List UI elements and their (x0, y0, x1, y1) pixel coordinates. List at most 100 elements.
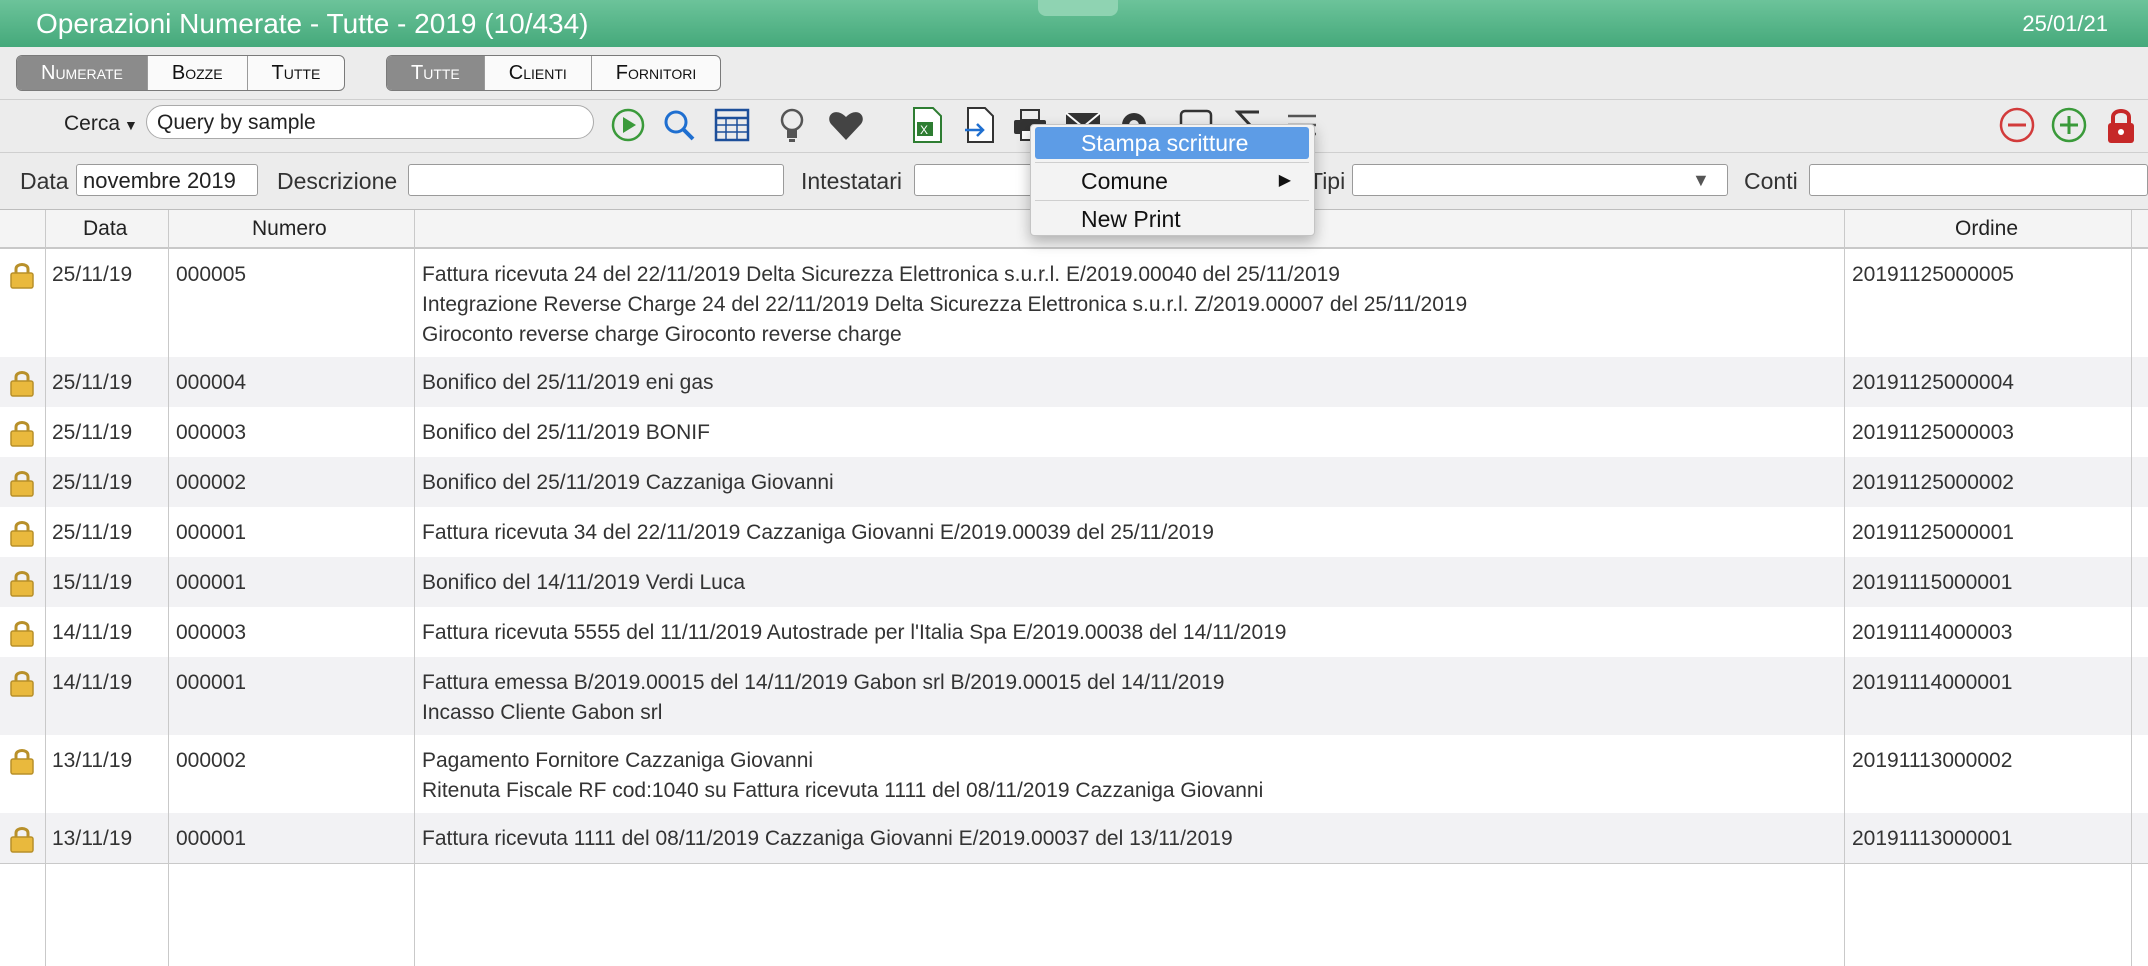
lightbulb-icon[interactable] (772, 105, 812, 145)
cell-data: 25/11/19 (52, 521, 133, 544)
cell-descrizione: Bonifico del 25/11/2019 Cazzaniga Giovan… (422, 468, 834, 498)
add-icon[interactable] (2049, 105, 2089, 145)
cell-descrizione: Fattura ricevuta 5555 del 11/11/2019 Aut… (422, 618, 1286, 648)
descrizione-line: Fattura emessa B/2019.00015 del 14/11/20… (422, 671, 1225, 694)
table-icon[interactable] (712, 105, 752, 145)
descrizione-filter-field[interactable] (408, 164, 784, 196)
heart-icon[interactable] (826, 105, 866, 145)
cell-descrizione: Bonifico del 25/11/2019 eni gas (422, 368, 714, 398)
table-row[interactable]: 25/11/19 000001 Fattura ricevuta 34 del 22… (0, 507, 2148, 557)
table-end-divider (0, 863, 2148, 864)
window-date: 25/01/21 (2022, 11, 2108, 36)
run-icon[interactable] (608, 105, 648, 145)
cell-ordine: 20191114000003 (1852, 621, 2013, 644)
table-row[interactable]: 25/11/19 000003 Bonifico del 25/11/2019 BO… (0, 407, 2148, 457)
window-title: Operazioni Numerate - Tutte - 2019 (10/4… (36, 8, 589, 39)
descrizione-line: Fattura ricevuta 1111 del 08/11/2019 Caz… (422, 827, 1233, 850)
search-icon[interactable] (659, 105, 699, 145)
print-context-menu: Stampa scritture Comune ▶ New Print (1030, 124, 1315, 236)
column-header-data[interactable]: Data (83, 217, 127, 241)
table-row[interactable]: 13/11/19 000002 Pagamento Fornitore Cazzan… (0, 735, 2148, 813)
cell-ordine: 20191115000001 (1852, 571, 2013, 594)
cell-descrizione: Fattura emessa B/2019.00015 del 14/11/20… (422, 668, 1225, 728)
descrizione-line: Pagamento Fornitore Cazzaniga Giovanni (422, 749, 814, 772)
menu-item-comune[interactable]: Comune ▶ (1035, 165, 1309, 197)
cell-numero: 000005 (176, 263, 247, 286)
tab-toolbar: Numerate Bozze Tutte Tutte Clienti Forni… (0, 47, 2148, 100)
cell-data: 25/11/19 (52, 263, 133, 286)
column-divider (45, 210, 46, 966)
excel-icon[interactable]: X (907, 105, 947, 145)
cell-data: 25/11/19 (52, 471, 133, 494)
cell-descrizione: Fattura ricevuta 34 del 22/11/2019 Cazza… (422, 518, 1214, 548)
cell-ordine: 20191125000005 (1852, 263, 2014, 286)
cell-numero: 000003 (176, 421, 247, 444)
search-mode-dropdown[interactable]: Cerca ▼ (64, 112, 138, 136)
cell-data: 13/11/19 (52, 827, 133, 850)
table-row[interactable]: 14/11/19 000001 Fattura emessa B/2019.0001… (0, 657, 2148, 735)
export-icon[interactable] (959, 105, 999, 145)
tipi-filter-select[interactable] (1352, 164, 1728, 196)
menu-item-label: Comune (1081, 168, 1168, 194)
search-input[interactable]: Query by sample (146, 105, 594, 139)
cell-data: 15/11/19 (52, 571, 133, 594)
cell-descrizione: Pagamento Fornitore Cazzaniga Giovanni Ri… (422, 746, 1263, 806)
tab-fornitori[interactable]: Fornitori (592, 56, 720, 90)
descrizione-line: Bonifico del 25/11/2019 BONIF (422, 421, 710, 444)
column-header-ordine[interactable]: Ordine (1955, 217, 2018, 241)
intestatari-filter-label: Intestatari (801, 168, 902, 194)
cell-ordine: 20191114000001 (1852, 671, 2013, 694)
table-row[interactable]: 25/11/19 000004 Bonifico del 25/11/2019 en… (0, 357, 2148, 407)
lock-icon (9, 825, 35, 853)
intestatari-filter-field[interactable] (914, 164, 1034, 196)
table-row[interactable]: 25/11/19 000002 Bonifico del 25/11/2019 Ca… (0, 457, 2148, 507)
cell-numero: 000001 (176, 671, 247, 694)
tab-tutte-status[interactable]: Tutte (248, 56, 345, 90)
lock-icon (9, 569, 35, 597)
tab-tutte-party[interactable]: Tutte (387, 56, 485, 90)
cell-ordine: 20191125000002 (1852, 471, 2014, 494)
menu-item-label: New Print (1081, 206, 1181, 232)
cell-data: 14/11/19 (52, 621, 133, 644)
tab-numerate[interactable]: Numerate (17, 56, 148, 90)
descrizione-line: Giroconto reverse charge Giroconto rever… (422, 323, 902, 346)
column-header-numero[interactable]: Numero (252, 217, 327, 241)
table-row[interactable]: 15/11/19 000001 Bonifico del 14/11/2019 Ve… (0, 557, 2148, 607)
conti-filter-label: Conti (1744, 168, 1798, 194)
window-grip[interactable] (1038, 0, 1118, 16)
menu-item-new-print[interactable]: New Print (1035, 203, 1309, 235)
cell-numero: 000002 (176, 749, 247, 772)
lock-icon (9, 619, 35, 647)
cell-ordine: 20191125000001 (1852, 521, 2014, 544)
table-row[interactable]: 14/11/19 000003 Fattura ricevuta 5555 del … (0, 607, 2148, 657)
remove-icon[interactable] (1997, 105, 2037, 145)
table-row[interactable]: 25/11/19 000005 Fattura ricevuta 24 del 22… (0, 249, 2148, 357)
operations-table: Data Numero Ordine 25/11/19 000005 Fattura… (0, 210, 2148, 966)
tab-clienti[interactable]: Clienti (485, 56, 592, 90)
party-tabs: Tutte Clienti Fornitori (386, 55, 722, 91)
descrizione-line: Fattura ricevuta 24 del 22/11/2019 Delta… (422, 263, 1340, 286)
descrizione-filter-label: Descrizione (277, 168, 398, 194)
chevron-down-icon: ▼ (124, 117, 138, 133)
lock-icon (9, 519, 35, 547)
status-tabs: Numerate Bozze Tutte (16, 55, 346, 91)
chevron-down-icon[interactable]: ▼ (1692, 170, 1710, 191)
descrizione-line: Fattura ricevuta 34 del 22/11/2019 Cazza… (422, 521, 1214, 544)
cell-ordine: 20191125000004 (1852, 371, 2014, 394)
tab-bozze[interactable]: Bozze (148, 56, 248, 90)
menu-item-label: Stampa scritture (1081, 130, 1249, 156)
menu-item-stampa-scritture[interactable]: Stampa scritture (1035, 127, 1309, 159)
conti-filter-field[interactable] (1809, 164, 2148, 196)
data-filter-field[interactable]: novembre 2019 (76, 164, 258, 196)
cell-numero: 000001 (176, 827, 247, 850)
cell-data: 14/11/19 (52, 671, 133, 694)
cell-data: 25/11/19 (52, 371, 133, 394)
cell-data: 25/11/19 (52, 421, 133, 444)
lock-icon[interactable] (2101, 105, 2141, 145)
cell-numero: 000001 (176, 521, 247, 544)
cell-numero: 000004 (176, 371, 247, 394)
cell-descrizione: Bonifico del 14/11/2019 Verdi Luca (422, 568, 745, 598)
table-row[interactable]: 13/11/19 000001 Fattura ricevuta 1111 del … (0, 813, 2148, 863)
column-divider (414, 210, 415, 966)
lock-icon (9, 747, 35, 775)
